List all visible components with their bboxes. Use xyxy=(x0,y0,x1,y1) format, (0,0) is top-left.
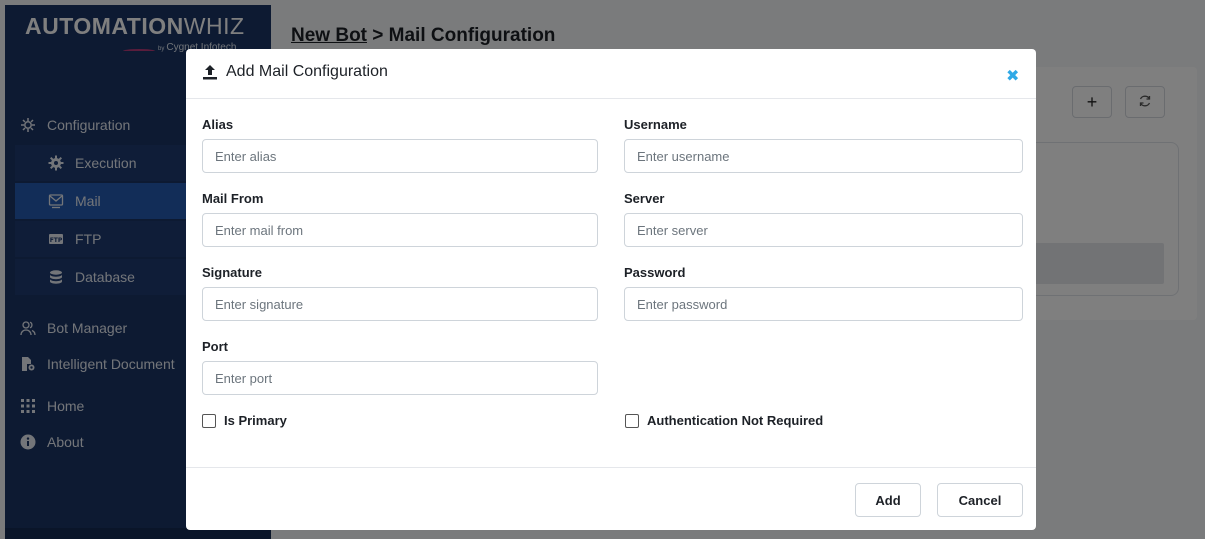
dialog-header: Add Mail Configuration ✖ xyxy=(186,49,1036,99)
checkbox-box[interactable] xyxy=(202,413,216,428)
server-input[interactable] xyxy=(624,213,1023,247)
alias-label: Alias xyxy=(202,117,234,132)
is-primary-label: Is Primary xyxy=(224,413,287,428)
signature-input[interactable] xyxy=(202,287,598,321)
dialog-footer-divider xyxy=(186,467,1036,468)
close-icon[interactable]: ✖ xyxy=(1006,66,1019,86)
alias-input[interactable] xyxy=(202,139,598,173)
username-label: Username xyxy=(624,117,687,132)
server-label: Server xyxy=(624,191,665,206)
checkbox-box[interactable] xyxy=(625,413,639,428)
authentication-not-required-checkbox[interactable]: Authentication Not Required xyxy=(625,413,823,428)
dialog-title: Add Mail Configuration xyxy=(226,63,388,80)
add-button[interactable]: Add xyxy=(855,483,921,517)
password-input[interactable] xyxy=(624,287,1023,321)
port-label: Port xyxy=(202,339,228,354)
mail-from-input[interactable] xyxy=(202,213,598,247)
authentication-not-required-label: Authentication Not Required xyxy=(647,413,824,428)
port-input[interactable] xyxy=(202,361,598,395)
cancel-button[interactable]: Cancel xyxy=(937,483,1023,517)
signature-label: Signature xyxy=(202,265,262,280)
password-label: Password xyxy=(624,265,686,280)
mail-from-label: Mail From xyxy=(202,191,264,206)
add-mail-configuration-dialog: Add Mail Configuration ✖ Alias Username … xyxy=(186,49,1036,530)
username-input[interactable] xyxy=(624,139,1023,173)
is-primary-checkbox[interactable]: Is Primary xyxy=(202,413,287,428)
upload-icon xyxy=(202,64,218,80)
